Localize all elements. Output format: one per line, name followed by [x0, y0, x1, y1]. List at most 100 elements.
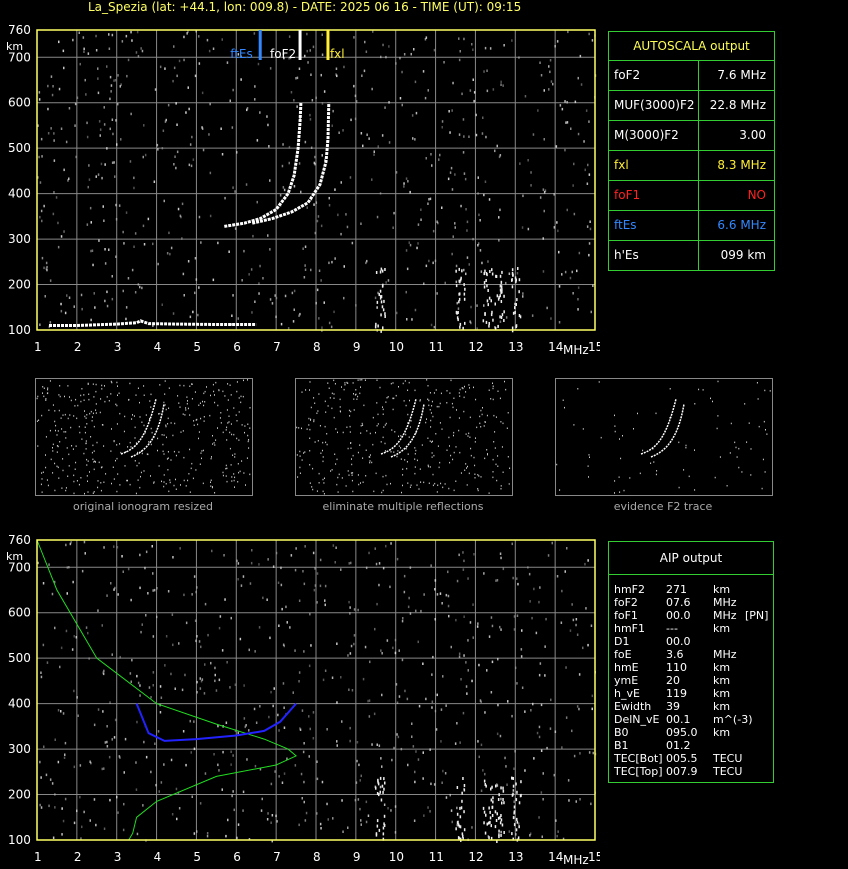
noise-dot [161, 303, 163, 306]
noise-dot [397, 735, 400, 739]
noise-dot [136, 832, 139, 836]
thumb-dot [400, 458, 402, 460]
noise-dot [374, 547, 376, 550]
noise-dot [456, 579, 459, 583]
aip-cell: MHz [713, 596, 737, 609]
noise-dot [79, 795, 81, 799]
thumb-dot [119, 484, 121, 486]
noise-dot [134, 232, 137, 235]
noise-dot [139, 694, 141, 697]
interference-dot [483, 285, 486, 289]
thumb-dot [453, 431, 455, 434]
thumb-dot [69, 414, 71, 416]
noise-dot [313, 588, 316, 592]
thumb-dot [189, 385, 191, 387]
noise-dot [248, 648, 250, 652]
noise-dot [462, 711, 465, 715]
thumb-dot [43, 395, 45, 398]
thumb-dot [409, 486, 411, 488]
thumb-dot [197, 423, 199, 426]
thumb-dot [212, 383, 214, 386]
thumb-dot [81, 388, 83, 390]
thumb-dot [384, 424, 386, 426]
noise-dot [575, 623, 577, 627]
noise-dot [482, 116, 484, 119]
thumb-dot [322, 490, 324, 493]
thumb-dot [64, 413, 66, 416]
noise-dot [64, 741, 67, 745]
y-tick-label: 100 [8, 323, 31, 337]
x-axis-label: MHz [563, 853, 589, 867]
thumb-dot [167, 417, 169, 420]
interference-dot [381, 269, 384, 273]
noise-dot [49, 321, 52, 324]
noise-dot [269, 67, 272, 70]
thumb-dot [85, 448, 87, 450]
thumb-dot [430, 426, 432, 428]
thumb-dot [477, 474, 479, 476]
interference-dot [483, 821, 485, 825]
noise-dot [304, 54, 306, 58]
thumb-dot [100, 398, 102, 400]
autoscala-row: foF2 7.6 MHz [609, 61, 774, 91]
interference-dot [518, 825, 520, 829]
thumb-dot [187, 407, 189, 410]
noise-dot [410, 52, 412, 56]
thumb-dot [710, 397, 711, 400]
noise-dot [358, 763, 360, 767]
noise-dot [409, 243, 412, 247]
interference-dot [500, 285, 503, 289]
thumb-dot [414, 447, 416, 449]
noise-dot [90, 249, 92, 253]
noise-dot [295, 77, 297, 80]
noise-dot [133, 176, 135, 180]
thumb-dot [488, 492, 490, 494]
noise-dot [464, 177, 467, 181]
noise-dot [292, 691, 294, 694]
thumb-dot [600, 436, 602, 439]
thumb-dot [492, 382, 493, 384]
noise-dot [52, 836, 55, 839]
noise-dot [60, 302, 62, 306]
noise-dot [439, 153, 441, 157]
thumb-dot [86, 414, 88, 416]
x-tick-label: 9 [353, 340, 361, 354]
noise-dot [199, 677, 201, 680]
noise-dot [195, 590, 197, 594]
thumb-dot [85, 417, 87, 419]
thumb-dot [143, 385, 145, 387]
noise-dot [479, 219, 481, 222]
interference-dot [511, 793, 514, 797]
thumb-dot [345, 485, 347, 487]
interference-dot [498, 793, 500, 797]
noise-dot [373, 153, 375, 156]
noise-dot [336, 744, 338, 747]
noise-dot [516, 577, 518, 580]
noise-dot [111, 161, 114, 164]
noise-dot [114, 586, 116, 590]
thumb-dot [80, 477, 82, 479]
interference-dot [496, 294, 499, 298]
noise-dot [189, 315, 192, 319]
thumb-dot [434, 482, 436, 485]
thumb-dot [427, 465, 429, 468]
noise-dot [538, 816, 540, 819]
thumb-dot [117, 394, 118, 396]
noise-dot [54, 793, 56, 796]
noise-dot [473, 99, 475, 103]
thumb-dot [448, 487, 450, 490]
interference-dot [488, 821, 490, 825]
noise-dot [218, 678, 221, 682]
noise-dot [254, 650, 256, 653]
noise-dot [187, 260, 190, 263]
thumb-dot [309, 464, 311, 466]
thumb-dot [175, 454, 177, 457]
thumb-dot [353, 409, 355, 411]
thumb-dot [334, 453, 336, 455]
thumb-dot [474, 477, 476, 479]
thumb-dot [479, 422, 481, 425]
thumb-dot [112, 466, 114, 468]
noise-dot [451, 252, 453, 256]
thumb-dot [362, 457, 364, 459]
x-tick-label: 2 [74, 850, 82, 864]
